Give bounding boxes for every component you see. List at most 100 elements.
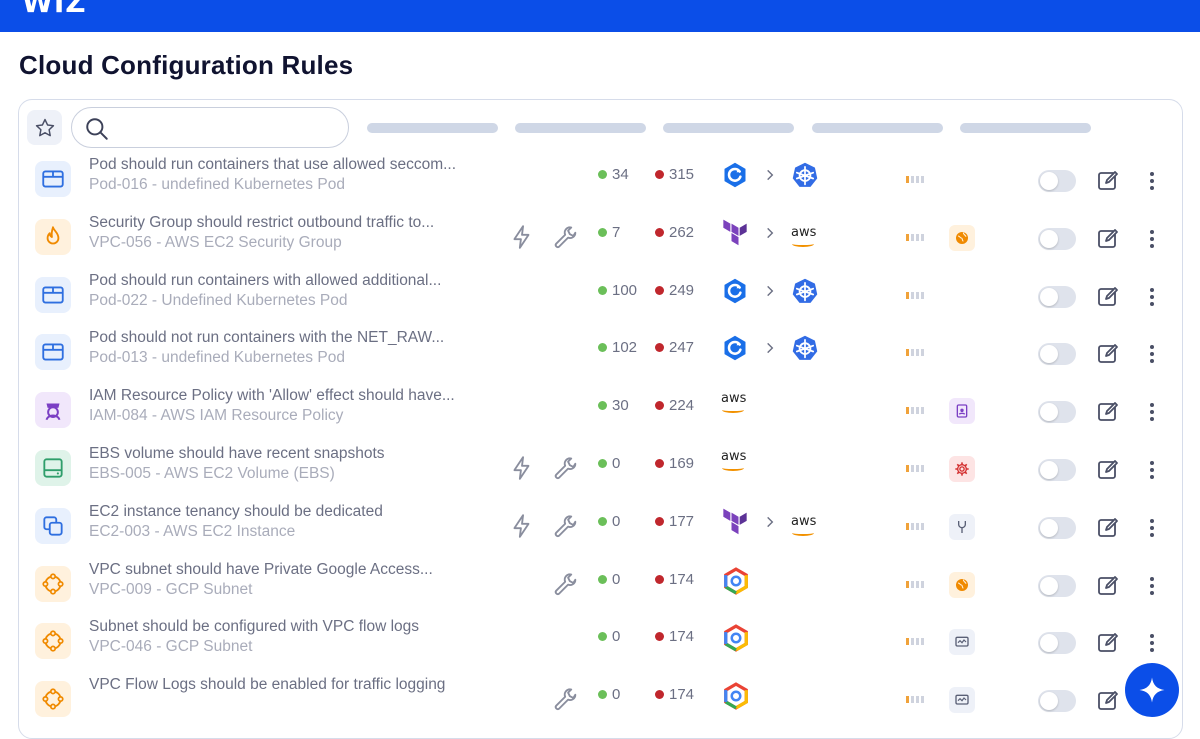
- passed-count[interactable]: 30: [598, 397, 629, 414]
- failed-count[interactable]: 247: [655, 339, 694, 356]
- wrench-icon[interactable]: [552, 455, 580, 488]
- passed-count[interactable]: 100: [598, 282, 637, 299]
- rule-subtitle: IAM-084 - AWS IAM Resource Policy: [89, 407, 344, 425]
- table-row[interactable]: Pod should run containers that use allow…: [19, 152, 1179, 210]
- failed-count[interactable]: 177: [655, 513, 694, 530]
- terraform-icon: [721, 508, 749, 536]
- rule-title[interactable]: EBS volume should have recent snapshots: [89, 445, 385, 463]
- failed-count[interactable]: 169: [655, 455, 694, 472]
- enable-toggle[interactable]: [1038, 285, 1076, 308]
- failed-count[interactable]: 262: [655, 224, 694, 241]
- filter-placeholder[interactable]: [663, 123, 794, 133]
- enable-toggle[interactable]: [1038, 574, 1076, 597]
- rule-title[interactable]: Security Group should restrict outbound …: [89, 214, 434, 232]
- wiz-logo[interactable]: WIZ: [22, 0, 87, 19]
- passed-count[interactable]: 0: [598, 571, 620, 588]
- enable-toggle[interactable]: [1038, 632, 1076, 655]
- enable-toggle[interactable]: [1038, 343, 1076, 366]
- filter-placeholder[interactable]: [367, 123, 498, 133]
- table-row[interactable]: EC2 instance tenancy should be dedicated…: [19, 499, 1179, 557]
- admission-controller-icon: [721, 161, 749, 189]
- edit-icon[interactable]: [1096, 169, 1120, 198]
- passed-count[interactable]: 7: [598, 224, 620, 241]
- passed-count[interactable]: 0: [598, 513, 620, 530]
- table-row[interactable]: Pod should not run containers with the N…: [19, 325, 1179, 383]
- more-options-icon[interactable]: [1145, 227, 1159, 256]
- more-options-icon[interactable]: [1145, 285, 1159, 314]
- passed-count[interactable]: 0: [598, 628, 620, 645]
- rule-title[interactable]: Pod should run containers with allowed a…: [89, 272, 441, 290]
- gcp-icon: [721, 681, 751, 711]
- failed-count[interactable]: 174: [655, 686, 694, 703]
- table-row[interactable]: IAM Resource Policy with 'Allow' effect …: [19, 383, 1179, 441]
- failed-count[interactable]: 174: [655, 571, 694, 588]
- edit-icon[interactable]: [1096, 516, 1120, 545]
- failed-count[interactable]: 315: [655, 166, 694, 183]
- more-options-icon[interactable]: [1145, 516, 1159, 545]
- ai-assistant-button[interactable]: [1125, 663, 1179, 717]
- top-bar: WIZ: [0, 0, 1200, 32]
- wrench-icon[interactable]: [552, 571, 580, 604]
- passed-count[interactable]: 34: [598, 166, 629, 183]
- edit-icon[interactable]: [1096, 285, 1120, 314]
- table-row[interactable]: Pod should run containers with allowed a…: [19, 268, 1179, 326]
- edit-icon[interactable]: [1096, 574, 1120, 603]
- more-options-icon[interactable]: [1145, 342, 1159, 371]
- edit-icon[interactable]: [1096, 342, 1120, 371]
- enable-toggle[interactable]: [1038, 170, 1076, 192]
- provider-flow: aws: [721, 508, 816, 536]
- table-row[interactable]: EBS volume should have recent snapshots E…: [19, 441, 1179, 499]
- enable-toggle[interactable]: [1038, 227, 1076, 250]
- more-options-icon[interactable]: [1145, 631, 1159, 660]
- bolt-icon[interactable]: [509, 513, 535, 544]
- more-options-icon[interactable]: [1145, 169, 1159, 198]
- aws-icon: aws: [721, 449, 747, 471]
- wrench-icon[interactable]: [552, 224, 580, 257]
- edit-icon[interactable]: [1096, 400, 1120, 429]
- edit-icon[interactable]: [1096, 689, 1120, 718]
- page-title: Cloud Configuration Rules: [19, 50, 354, 80]
- enable-toggle[interactable]: [1038, 516, 1076, 539]
- passed-count[interactable]: 0: [598, 686, 620, 703]
- terraform-icon: [721, 219, 749, 247]
- enable-toggle[interactable]: [1038, 690, 1076, 713]
- failed-count[interactable]: 174: [655, 628, 694, 645]
- wrench-icon[interactable]: [552, 513, 580, 546]
- table-row[interactable]: Security Group should restrict outbound …: [19, 210, 1179, 268]
- rule-title[interactable]: Pod should not run containers with the N…: [89, 329, 444, 347]
- tool-icon: [949, 513, 975, 540]
- table-row[interactable]: VPC subnet should have Private Google Ac…: [19, 557, 1179, 615]
- passed-count[interactable]: 0: [598, 455, 620, 472]
- edit-icon[interactable]: [1096, 631, 1120, 660]
- bolt-icon[interactable]: [509, 455, 535, 486]
- rule-title[interactable]: VPC Flow Logs should be enabled for traf…: [89, 676, 445, 694]
- rule-title[interactable]: Pod should run containers that use allow…: [89, 156, 456, 174]
- chevron-right-icon: [767, 169, 774, 181]
- edit-icon[interactable]: [1096, 227, 1120, 256]
- rule-title[interactable]: VPC subnet should have Private Google Ac…: [89, 561, 433, 579]
- favorite-button[interactable]: [27, 110, 62, 145]
- rule-subtitle: EC2-003 - AWS EC2 Instance: [89, 522, 296, 540]
- more-options-icon[interactable]: [1145, 574, 1159, 603]
- more-options-icon[interactable]: [1145, 458, 1159, 487]
- search-input[interactable]: [71, 107, 349, 148]
- table-row[interactable]: Subnet should be configured with VPC flo…: [19, 614, 1179, 672]
- table-row[interactable]: VPC Flow Logs should be enabled for traf…: [19, 672, 1179, 730]
- bolt-icon[interactable]: [509, 224, 535, 255]
- wrench-icon[interactable]: [552, 686, 580, 719]
- filter-placeholder[interactable]: [812, 123, 943, 133]
- edit-icon[interactable]: [1096, 458, 1120, 487]
- rule-title[interactable]: Subnet should be configured with VPC flo…: [89, 618, 419, 636]
- failed-count[interactable]: 224: [655, 397, 694, 414]
- enable-toggle[interactable]: [1038, 459, 1076, 481]
- rule-title[interactable]: EC2 instance tenancy should be dedicated: [89, 503, 383, 521]
- rule-title[interactable]: IAM Resource Policy with 'Allow' effect …: [89, 387, 455, 405]
- failed-count[interactable]: 249: [655, 282, 694, 299]
- enable-toggle[interactable]: [1038, 401, 1076, 424]
- filter-placeholder[interactable]: [960, 123, 1091, 133]
- severity-indicator: [906, 291, 924, 299]
- more-options-icon[interactable]: [1145, 400, 1159, 429]
- filter-placeholder[interactable]: [515, 123, 646, 133]
- gcp-subnet-icon: [35, 565, 71, 602]
- passed-count[interactable]: 102: [598, 339, 637, 356]
